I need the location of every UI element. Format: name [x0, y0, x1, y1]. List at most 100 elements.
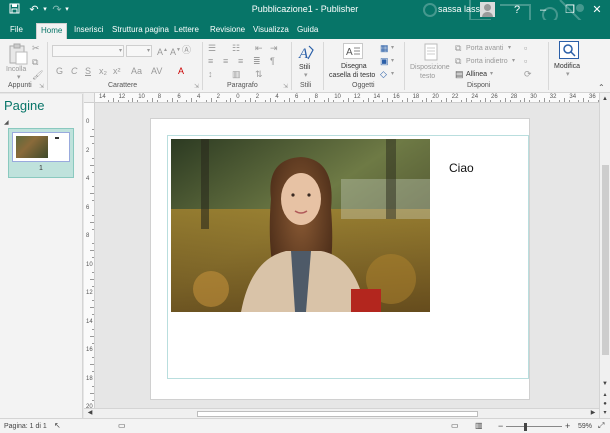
zoom-in-button[interactable]: +	[565, 421, 570, 431]
font-name-combo[interactable]: ▾	[52, 45, 124, 57]
format-painter-icon[interactable]: 🖌	[32, 70, 43, 81]
previous-page-icon[interactable]: ▴	[601, 391, 609, 399]
zoom-level[interactable]: 59%	[578, 423, 592, 430]
numbering-icon[interactable]: ☷	[232, 43, 240, 54]
text-box[interactable]: Ciao	[449, 161, 474, 175]
bring-forward-label[interactable]: Porta avanti	[466, 44, 503, 53]
paste-dropdown-icon[interactable]: ▾	[17, 73, 21, 82]
macro-record-icon[interactable]: ▭	[118, 421, 126, 430]
send-backward-icon[interactable]: ⧉	[455, 56, 461, 67]
aa-case-icon[interactable]: Aa	[131, 66, 142, 77]
single-page-view-icon[interactable]: ▭	[451, 421, 459, 430]
chevron-down-icon[interactable]: ▾	[391, 69, 394, 80]
draw-textbox-icon[interactable]: A	[343, 43, 363, 59]
column-icon[interactable]: ▥	[232, 69, 241, 80]
zoom-slider-handle[interactable]	[524, 423, 527, 431]
italic-icon[interactable]: C	[71, 66, 78, 77]
justify-icon[interactable]: ≣	[253, 56, 261, 67]
minimize-icon[interactable]: –	[536, 3, 550, 17]
tab-home[interactable]: Home	[36, 23, 68, 39]
para-spacing-icon[interactable]: ⇅	[255, 69, 263, 80]
bullets-icon[interactable]: ☰	[208, 43, 216, 54]
tab-struttura-pagina[interactable]: Struttura pagina	[108, 23, 173, 39]
ungroup-icon[interactable]: ▫	[524, 56, 527, 67]
chevron-down-icon[interactable]: ▾	[391, 56, 394, 67]
workspace[interactable]: Ciao	[96, 104, 599, 408]
paste-icon[interactable]	[7, 43, 29, 65]
wrap-text-label-1[interactable]: Disposizione	[410, 63, 450, 72]
shapes-icon[interactable]: ◇	[380, 69, 387, 80]
line-spacing-icon[interactable]: ↕	[208, 69, 213, 80]
next-page-icon[interactable]: ▾	[601, 409, 609, 417]
vertical-scroll-thumb[interactable]	[602, 165, 609, 355]
tab-file[interactable]: File	[6, 23, 27, 39]
scroll-left-icon[interactable]: ◀	[86, 409, 94, 417]
avatar[interactable]	[480, 2, 495, 17]
bold-icon[interactable]: G	[56, 66, 63, 77]
tab-revisione[interactable]: Revisione	[206, 23, 249, 39]
align-icon[interactable]: ▤	[455, 69, 464, 80]
zoom-slider[interactable]	[506, 426, 562, 427]
font-color-icon[interactable]: A	[178, 66, 184, 77]
tab-guida[interactable]: Guida	[293, 23, 322, 39]
paragrafo-launcher-icon[interactable]: ⇲	[283, 82, 288, 93]
publication-page[interactable]: Ciao	[150, 118, 530, 400]
picture-icon[interactable]: ▣	[380, 56, 389, 67]
page-thumbnail[interactable]: 1	[8, 128, 74, 178]
align-center-icon[interactable]: ≡	[223, 56, 228, 67]
draw-textbox-label-2[interactable]: casella di testo	[329, 71, 375, 80]
draw-textbox-label-1[interactable]: Disegna	[341, 62, 367, 71]
copy-icon[interactable]: ⧉	[32, 57, 38, 68]
user-name[interactable]: sassa lassa	[438, 4, 485, 14]
two-page-view-icon[interactable]: ▥	[475, 421, 483, 430]
zoom-out-button[interactable]: −	[498, 421, 503, 431]
page-indicator[interactable]: Pagina: 1 di 1	[4, 423, 47, 430]
portrait-photo[interactable]	[171, 139, 430, 312]
tab-visualizza[interactable]: Visualizza	[249, 23, 293, 39]
scroll-down-icon[interactable]: ▼	[601, 380, 609, 388]
horizontal-ruler[interactable]: 14 12 10 8 6 4 2 0 2 4 6 8 10 12 14 16 18 20 22 24 26 28 30 32 3…	[95, 93, 609, 103]
character-spacing-icon[interactable]: AV	[151, 66, 162, 77]
align-right-icon[interactable]: ≡	[238, 56, 243, 67]
styles-icon[interactable]: A	[297, 43, 315, 61]
align-left-icon[interactable]: ≡	[208, 56, 213, 67]
select-object-icon[interactable]: ●	[601, 400, 609, 408]
font-size-combo[interactable]: ▾	[126, 45, 152, 57]
styles-dropdown-icon[interactable]: ▾	[304, 71, 308, 80]
send-backward-label[interactable]: Porta indietro	[466, 57, 508, 66]
chevron-down-icon[interactable]: ▾	[391, 43, 394, 54]
collapse-ribbon-icon[interactable]: ⌃	[598, 82, 605, 93]
table-icon[interactable]: ▦	[380, 43, 389, 54]
decrease-indent-icon[interactable]: ⇤	[255, 43, 263, 54]
superscript-icon[interactable]: x²	[113, 66, 121, 77]
shrink-font-icon[interactable]: A▼	[170, 45, 181, 58]
find-icon[interactable]	[559, 41, 579, 59]
bring-forward-icon[interactable]: ⧉	[455, 43, 461, 54]
chevron-down-icon[interactable]: ▾	[490, 69, 493, 80]
modifica-dropdown-icon[interactable]: ▾	[566, 70, 570, 79]
vertical-scrollbar[interactable]: ▲ ▼ ▴ ● ▾	[599, 93, 610, 418]
clear-format-icon[interactable]: Ⓐ	[182, 45, 191, 56]
underline-icon[interactable]: S	[85, 66, 91, 77]
help-icon[interactable]: ?	[510, 3, 524, 17]
wrap-text-icon[interactable]	[422, 43, 440, 61]
tab-inserisci[interactable]: Inserisci	[70, 23, 107, 39]
chevron-down-icon[interactable]: ▾	[508, 43, 511, 54]
increase-indent-icon[interactable]: ⇥	[270, 43, 278, 54]
cut-icon[interactable]: ✂	[32, 43, 40, 54]
paragraph-marks-icon[interactable]: ¶	[270, 56, 275, 67]
carattere-launcher-icon[interactable]: ⇲	[194, 82, 199, 93]
close-icon[interactable]: ✕	[590, 3, 604, 17]
group-objects-icon[interactable]: ▫	[524, 43, 527, 54]
scroll-up-icon[interactable]: ▲	[601, 95, 609, 103]
fit-page-icon[interactable]: ⤢	[598, 421, 604, 431]
rotate-icon[interactable]: ⟳	[524, 69, 532, 80]
grow-font-icon[interactable]: A▲	[157, 45, 168, 58]
vertical-ruler[interactable]: 0 2 4 6 8 10 12 14 16 18 20	[84, 103, 95, 430]
chevron-down-icon[interactable]: ▾	[512, 56, 515, 67]
align-label[interactable]: Allinea	[466, 70, 487, 79]
restore-icon[interactable]: ❐	[563, 3, 577, 17]
horizontal-scrollbar[interactable]: ◀ ▶	[84, 408, 599, 418]
tab-lettere[interactable]: Lettere	[170, 23, 203, 39]
appunti-launcher-icon[interactable]: ⇲	[39, 82, 44, 93]
